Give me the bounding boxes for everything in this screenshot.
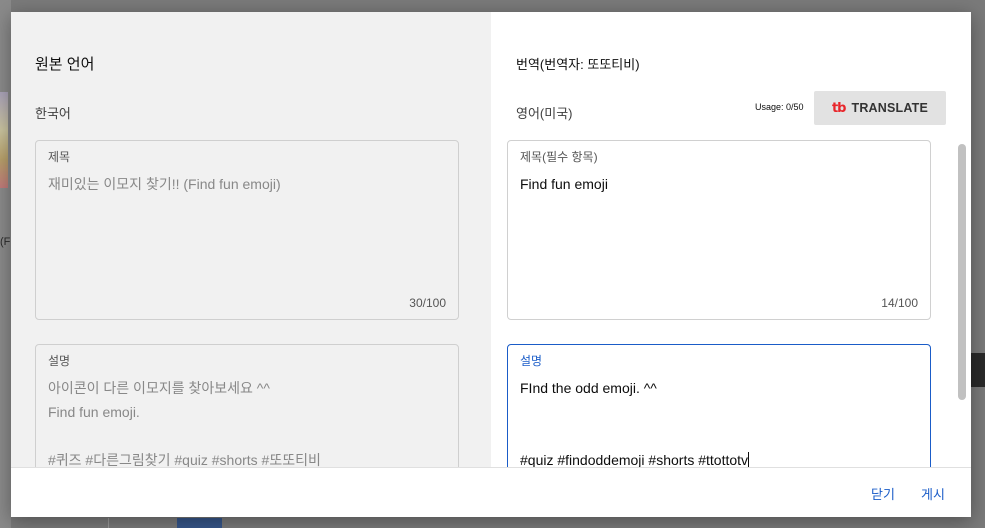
- translation-dialog: 원본 언어 한국어 제목 재미있는 이모지 찾기!! (Find fun emo…: [11, 12, 971, 517]
- translate-usage-counter: Usage: 0/50: [755, 102, 804, 112]
- scrollbar-thumb[interactable]: [958, 144, 966, 400]
- source-panel-title: 원본 언어: [35, 56, 95, 73]
- publish-button[interactable]: 게시: [921, 484, 945, 503]
- target-title-input[interactable]: Find fun emoji: [520, 172, 918, 196]
- background-page-edge: [0, 0, 11, 528]
- target-language-panel: 번역(번역자: 또또티비) 영어(미국) Usage: 0/50 tb TRAN…: [491, 12, 971, 484]
- target-description-text: FInd the odd emoji. ^^ #quiz #findoddemo…: [520, 380, 749, 468]
- target-language-label: 영어(미국): [516, 106, 573, 121]
- source-description-value: 아이콘이 다른 이모지를 찾아보세요 ^^ Find fun emoji. #퀴…: [48, 380, 321, 468]
- source-title-field: 제목 재미있는 이모지 찾기!! (Find fun emoji) 30/100: [35, 140, 459, 320]
- target-description-field[interactable]: 설명 FInd the odd emoji. ^^ #quiz #findodd…: [507, 344, 931, 484]
- translate-button-label: TRANSLATE: [851, 101, 929, 115]
- source-title-value: 재미있는 이모지 찾기!! (Find fun emoji): [48, 176, 281, 192]
- target-description-input[interactable]: FInd the odd emoji. ^^ #quiz #findoddemo…: [520, 376, 918, 472]
- background-thumbnail: [0, 92, 8, 188]
- source-title-char-count: 30/100: [409, 296, 446, 310]
- close-button[interactable]: 닫기: [871, 484, 895, 503]
- background-bottom-element: [177, 518, 222, 528]
- target-title-field[interactable]: 제목(필수 항목) Find fun emoji 14/100: [507, 140, 931, 320]
- background-right-element: [971, 353, 985, 387]
- scrollbar-track[interactable]: [957, 140, 967, 467]
- dialog-footer: 닫기 게시: [11, 467, 971, 517]
- source-language-label: 한국어: [35, 106, 71, 121]
- target-description-field-label: 설명: [520, 354, 543, 368]
- background-divider: [108, 518, 109, 528]
- source-title-field-label: 제목: [48, 150, 71, 164]
- translate-button[interactable]: tb TRANSLATE: [814, 91, 946, 125]
- source-description-field-label: 설명: [48, 354, 71, 368]
- target-panel-title: 번역(번역자: 또또티비): [516, 57, 640, 72]
- source-description-field: 설명 아이콘이 다른 이모지를 찾아보세요 ^^ Find fun emoji.…: [35, 344, 459, 484]
- text-cursor: [748, 452, 750, 467]
- target-title-char-count: 14/100: [881, 296, 918, 310]
- background-text-fragment: (F: [0, 236, 11, 248]
- translate-logo-icon: tb: [831, 100, 846, 116]
- source-language-panel: 원본 언어 한국어 제목 재미있는 이모지 찾기!! (Find fun emo…: [11, 12, 491, 484]
- target-title-field-label: 제목(필수 항목): [520, 150, 598, 164]
